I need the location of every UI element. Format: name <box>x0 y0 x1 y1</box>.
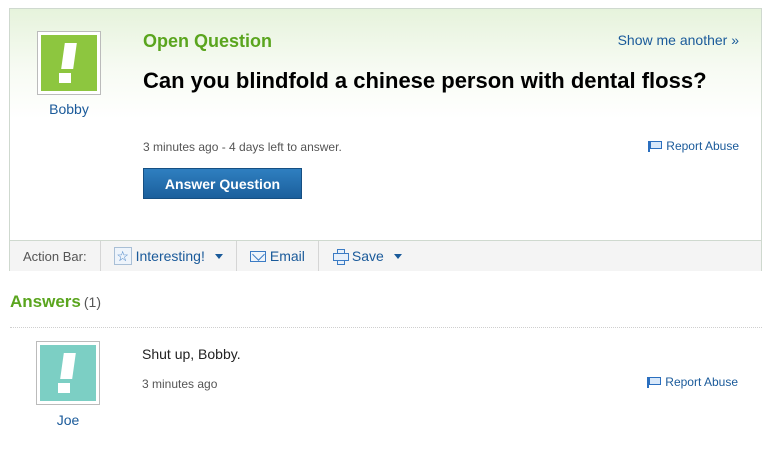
interesting-button[interactable]: ☆ Interesting! <box>101 241 237 271</box>
action-bar: Action Bar: ☆ Interesting! Email Save <box>10 240 761 271</box>
chevron-down-icon[interactable] <box>214 253 223 259</box>
answer-text: Shut up, Bobby. <box>142 346 241 362</box>
answers-count: (1) <box>83 294 101 310</box>
report-abuse-link[interactable]: Report Abuse <box>648 139 739 153</box>
email-button[interactable]: Email <box>237 241 319 271</box>
answers-heading-label: Answers <box>10 292 81 311</box>
report-abuse-label: Report Abuse <box>666 139 739 153</box>
asker-name-link[interactable]: Bobby <box>37 101 101 117</box>
avatar-exclamation-icon <box>40 345 96 401</box>
flag-icon <box>648 140 663 152</box>
report-abuse-label: Report Abuse <box>665 375 738 389</box>
flag-icon <box>647 376 662 388</box>
question-card: Bobby Open Question Show me another » Ca… <box>9 8 762 271</box>
answer-meta: 3 minutes ago <box>142 377 218 391</box>
show-another-link[interactable]: Show me another » <box>618 32 739 48</box>
answers-heading: Answers (1) <box>10 292 101 312</box>
question-title: Can you blindfold a chinese person with … <box>143 68 707 93</box>
question-status-label: Open Question <box>143 31 273 51</box>
avatar-exclamation-icon <box>41 35 97 91</box>
chevron-down-icon[interactable] <box>393 253 402 259</box>
divider <box>10 327 762 328</box>
mail-icon <box>249 250 266 262</box>
save-button[interactable]: Save <box>319 241 415 271</box>
answer-question-button[interactable]: Answer Question <box>143 168 302 199</box>
interesting-label: Interesting! <box>135 248 205 264</box>
star-icon: ☆ <box>113 247 132 265</box>
answerer-avatar[interactable] <box>36 341 100 405</box>
question-meta: 3 minutes ago - 4 days left to answer. <box>143 140 342 154</box>
plus-icon <box>332 248 349 265</box>
answerer-name-link[interactable]: Joe <box>36 412 100 428</box>
email-label: Email <box>269 248 305 264</box>
report-abuse-link[interactable]: Report Abuse <box>647 375 738 389</box>
action-bar-label: Action Bar: <box>10 241 101 271</box>
asker-avatar[interactable] <box>37 31 101 95</box>
save-label: Save <box>351 248 384 264</box>
